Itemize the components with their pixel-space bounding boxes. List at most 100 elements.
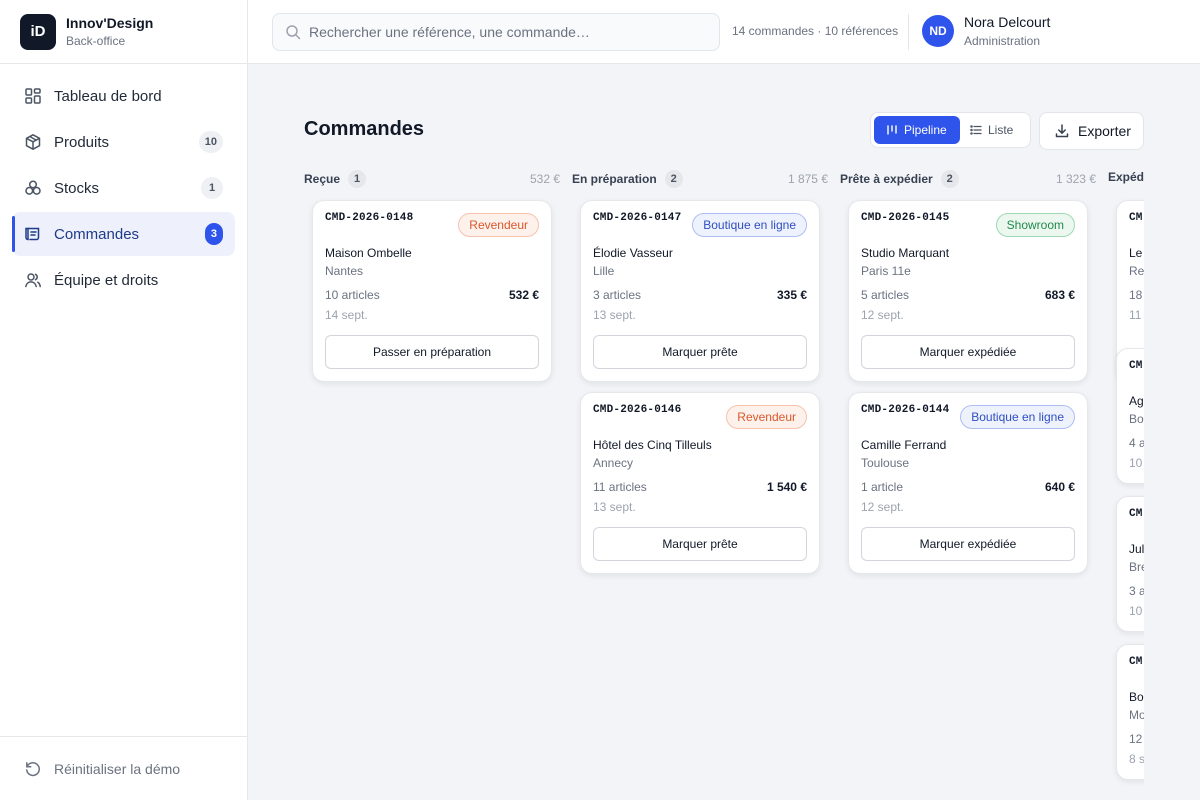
topbar-divider — [908, 14, 909, 50]
sidebar: iD Innov'Design Back-office Tableau de b… — [0, 0, 248, 800]
client-city: Mo — [1129, 708, 1144, 722]
column-title: Expéd — [1108, 170, 1144, 184]
topbar: 14 commandes · 10 références ND Nora Del… — [248, 0, 1200, 64]
order-date: 13 sept. — [593, 500, 636, 514]
column-total: 1 875 € — [787, 172, 828, 186]
advance-status-button[interactable]: Marquer expédiée — [861, 527, 1075, 561]
order-ref: CMD-2026-0146 — [593, 404, 682, 416]
stacks-icon — [24, 179, 42, 197]
advance-status-button[interactable]: Marquer prête — [593, 335, 807, 369]
sidebar-item-dashboard[interactable]: Tableau de bord — [12, 74, 235, 118]
channel-badge: Boutique en ligne — [960, 405, 1075, 429]
count-badge: 10 — [198, 131, 223, 153]
sidebar-item-label: Produits — [54, 133, 110, 151]
article-count: 18 — [1129, 288, 1143, 302]
client-city: Bo — [1129, 412, 1144, 426]
search-input[interactable] — [309, 24, 699, 40]
view-list-button[interactable]: Liste — [960, 116, 1023, 144]
column-count: 1 — [348, 170, 367, 188]
dashboard-icon — [24, 87, 42, 105]
sidebar-item-label: Commandes — [54, 225, 140, 243]
sidebar-item-stocks[interactable]: Stocks 1 — [12, 166, 235, 210]
order-card[interactable]: CMD-2026-0146 Revendeur Hôtel des Cinq T… — [580, 392, 820, 574]
column-total: 532 € — [529, 172, 560, 186]
article-count: 5 articles — [861, 288, 910, 302]
sidebar-item-label: Stocks — [54, 179, 100, 197]
page-title: Commandes — [304, 118, 425, 140]
sidebar-item-label: Tableau de bord — [54, 87, 162, 105]
download-icon — [1054, 123, 1070, 139]
channel-badge: Revendeur — [726, 405, 807, 429]
avatar: ND — [922, 15, 954, 47]
order-ref: CMD-2026-0144 — [861, 404, 950, 416]
view-list-label: Liste — [988, 123, 1014, 137]
column-title: En préparation — [572, 172, 657, 186]
client-city: Lille — [593, 264, 615, 278]
search-icon — [285, 24, 301, 40]
order-amount: 640 € — [1044, 480, 1075, 494]
order-date: 12 sept. — [861, 308, 904, 322]
column-header: Reçue 1 532 € — [304, 170, 560, 188]
advance-status-button[interactable]: Marquer expédiée — [861, 335, 1075, 369]
article-count: 3 a — [1129, 584, 1144, 598]
client-city: Nantes — [325, 264, 364, 278]
advance-status-button[interactable]: Marquer prête — [593, 527, 807, 561]
column-title: Prête à expédier — [840, 172, 933, 186]
list-icon — [970, 124, 982, 136]
brand: iD Innov'Design Back-office — [0, 0, 247, 64]
order-card[interactable]: CM Ag Bo 4 a 10 — [1116, 348, 1144, 484]
order-amount: 1 540 € — [766, 480, 807, 494]
column-total: 1 323 € — [1055, 172, 1096, 186]
view-pipeline-button[interactable]: Pipeline — [874, 116, 960, 144]
user-text: Nora Delcourt Administration — [964, 14, 1050, 48]
order-card[interactable]: CMD-2026-0145 Showroom Studio Marquant P… — [848, 200, 1088, 382]
order-ref: CMD-2026-0145 — [861, 212, 950, 224]
client-name: Élodie Vasseur — [593, 246, 673, 260]
client-name: Hôtel des Cinq Tilleuls — [593, 438, 712, 452]
search-box — [272, 13, 720, 51]
order-amount: 532 € — [508, 288, 539, 302]
column-header: Prête à expédier 2 1 323 € — [840, 170, 1096, 188]
team-icon — [24, 271, 42, 289]
user-name: Nora Delcourt — [964, 14, 1051, 30]
order-ref: CM — [1129, 508, 1143, 520]
sidebar-item-label: Équipe et droits — [54, 271, 159, 289]
order-ref: CMD-2026-0147 — [593, 212, 682, 224]
kanban-column: Reçue 1 532 € CMD-2026-0148 Revendeur Ma… — [304, 170, 560, 382]
order-card[interactable]: CMD-2026-0148 Revendeur Maison Ombelle N… — [312, 200, 552, 382]
channel-badge: Revendeur — [458, 213, 539, 237]
article-count: 3 articles — [593, 288, 642, 302]
order-date: 10 — [1129, 456, 1143, 470]
view-pipeline-label: Pipeline — [904, 123, 947, 137]
client-name: Ag — [1129, 394, 1144, 408]
reset-demo-button[interactable]: Réinitialiser la démo — [0, 736, 247, 800]
export-label: Exporter — [1078, 123, 1131, 139]
sidebar-item-orders[interactable]: Commandes 3 — [12, 212, 235, 256]
sidebar-item-products[interactable]: Produits 10 — [12, 120, 235, 164]
order-card[interactable]: CM Jul Bre 3 a 10 — [1116, 496, 1144, 632]
orders-icon — [24, 225, 42, 243]
order-date: 11 — [1129, 308, 1142, 322]
view-toggle: Pipeline Liste — [870, 112, 1031, 148]
order-ref: CM — [1129, 656, 1143, 668]
advance-status-button[interactable]: Passer en préparation — [325, 335, 539, 369]
column-title: Reçue — [304, 172, 341, 186]
order-card[interactable]: CMD-2026-0147 Boutique en ligne Élodie V… — [580, 200, 820, 382]
article-count: 4 a — [1129, 436, 1144, 450]
channel-badge: Boutique en ligne — [692, 213, 807, 237]
article-count: 12 — [1129, 732, 1143, 746]
kanban-column: Prête à expédier 2 1 323 € CMD-2026-0145… — [840, 170, 1096, 574]
client-name: Studio Marquant — [861, 246, 950, 260]
client-name: Camille Ferrand — [861, 438, 947, 452]
order-card[interactable]: CMD-2026-0144 Boutique en ligne Camille … — [848, 392, 1088, 574]
order-card[interactable]: CM Bo Mo 12 8 s — [1116, 644, 1144, 780]
order-date: 10 — [1129, 604, 1143, 618]
main-content: Commandes Pipeline Liste Exporter Reçue … — [248, 64, 1144, 800]
box-icon — [24, 133, 42, 151]
kanban-column: En préparation 2 1 875 € CMD-2026-0147 B… — [572, 170, 828, 574]
reset-icon — [24, 760, 42, 778]
order-amount: 335 € — [776, 288, 807, 302]
export-button[interactable]: Exporter — [1039, 112, 1144, 150]
user-menu[interactable]: ND Nora Delcourt Administration — [922, 14, 1050, 48]
sidebar-item-team[interactable]: Équipe et droits — [12, 258, 235, 302]
